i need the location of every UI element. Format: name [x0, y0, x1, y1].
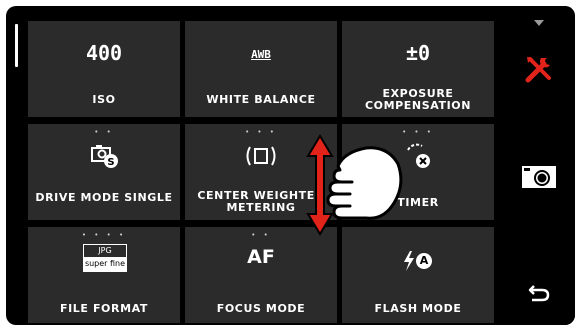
center-weighted-icon [241, 144, 281, 168]
tile-drive-mode[interactable]: • • S DRIVE MODE SINGLE [28, 124, 180, 220]
tile-iso[interactable]: 400 ISO [28, 21, 180, 117]
tile-label: FILE FORMAT [59, 302, 148, 315]
jpg-label: JPG [98, 246, 112, 255]
menu-grid: 400 ISO AWB WHITE BALANCE ±0 EXPOSURE CO… [28, 21, 496, 323]
tile-label: WHITE BALANCE [206, 93, 316, 106]
vertical-swipe-hand-icon [306, 134, 403, 236]
tile-label: FOCUS MODE [216, 302, 306, 315]
timer-off-icon [402, 142, 432, 170]
iso-value: 400 [85, 41, 123, 65]
camera-lcd-frame: 400 ISO AWB WHITE BALANCE ±0 EXPOSURE CO… [0, 0, 581, 331]
flash-auto-icon: A [400, 249, 436, 273]
swipe-gesture-overlay [296, 134, 406, 246]
file-format-icon: JPG super fine [83, 244, 127, 272]
exposure-value: ±0 [405, 41, 431, 65]
af-value: AF [247, 246, 275, 268]
caret-down-icon[interactable] [503, 12, 575, 31]
quality-label: super fine [84, 257, 126, 271]
camera-icon[interactable] [503, 164, 575, 194]
tile-label: FLASH MODE [374, 302, 462, 315]
tools-icon[interactable] [503, 54, 575, 88]
single-shot-icon: S [91, 143, 119, 169]
tile-label: EXPOSURE COMPENSATION [364, 87, 472, 112]
camera-menu-screen: 400 ISO AWB WHITE BALANCE ±0 EXPOSURE CO… [6, 6, 575, 325]
tile-file-format[interactable]: • • • • JPG super fine FILE FORMAT [28, 227, 180, 323]
scroll-indicator[interactable] [15, 24, 18, 67]
tile-white-balance[interactable]: AWB WHITE BALANCE [185, 21, 337, 117]
tile-label: ISO [92, 93, 116, 106]
tile-exposure-compensation[interactable]: ±0 EXPOSURE COMPENSATION [342, 21, 494, 117]
option-dots: • • [94, 128, 114, 136]
svg-text:S: S [107, 157, 114, 168]
right-sidebar [503, 6, 575, 325]
tile-label: DRIVE MODE SINGLE [35, 191, 173, 204]
awb-icon: AWB [251, 48, 271, 61]
flash-auto-letter: A [419, 254, 429, 267]
option-dots: • • • • [81, 231, 127, 239]
back-arrow-icon[interactable] [503, 283, 575, 307]
